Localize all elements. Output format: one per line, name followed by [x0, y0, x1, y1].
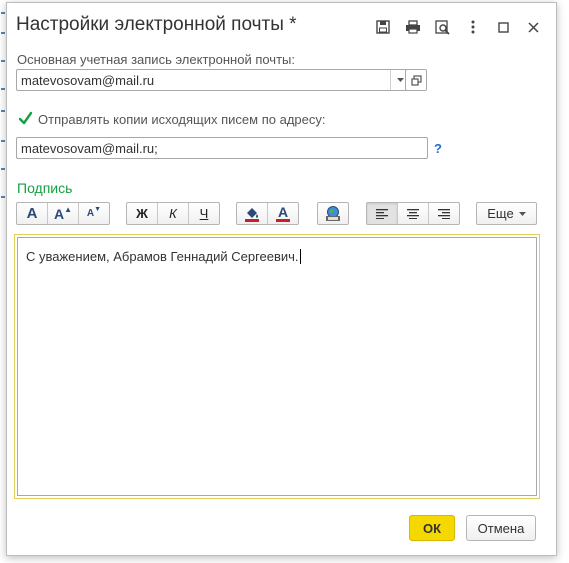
- align-right-button[interactable]: [429, 203, 459, 224]
- underline-icon: Ч: [199, 206, 209, 221]
- ok-button[interactable]: ОК: [409, 515, 455, 541]
- send-copies-checkbox[interactable]: [18, 111, 33, 126]
- print-icon[interactable]: [398, 16, 428, 38]
- signature-text: С уважением, Абрамов Геннадий Сергеевич.: [26, 249, 299, 264]
- text-color-icon: A: [277, 203, 289, 220]
- italic-button[interactable]: К: [158, 203, 189, 224]
- font-size-increase-button[interactable]: A ▲: [48, 203, 79, 224]
- account-select[interactable]: matevosovam@mail.ru: [16, 69, 411, 91]
- open-window-icon: [410, 74, 422, 86]
- italic-icon: К: [169, 206, 177, 221]
- preview-icon[interactable]: [428, 16, 458, 38]
- font-size-normal-button[interactable]: A: [17, 203, 48, 224]
- signature-section-title: Подпись: [17, 180, 73, 196]
- signature-editor[interactable]: С уважением, Абрамов Геннадий Сергеевич.: [14, 234, 540, 499]
- close-icon[interactable]: [518, 16, 548, 38]
- align-left-icon: [376, 208, 388, 219]
- checkmark-icon: [18, 111, 33, 125]
- align-left-button[interactable]: [367, 203, 398, 224]
- bold-button[interactable]: Ж: [127, 203, 158, 224]
- font-size-group: A A ▲ A ▼: [16, 202, 110, 225]
- maximize-icon[interactable]: [488, 16, 518, 38]
- fill-color-icon: [245, 207, 259, 222]
- more-actions-label: Еще: [487, 206, 514, 221]
- account-label: Основная учетная запись электронной почт…: [17, 52, 295, 67]
- font-increase-icon: A: [53, 205, 65, 222]
- title-bar-actions: [368, 16, 548, 38]
- insert-image-group: [317, 202, 349, 225]
- bold-icon: Ж: [136, 206, 148, 221]
- save-icon[interactable]: [368, 16, 398, 38]
- title-bar: Настройки электронной почты *: [7, 3, 556, 47]
- chevron-down-icon: [518, 211, 526, 216]
- more-actions-button[interactable]: Еще: [476, 202, 537, 225]
- background-color-button[interactable]: [237, 203, 268, 224]
- copies-address-input[interactable]: matevosovam@mail.ru;: [16, 137, 428, 159]
- send-copies-label: Отправлять копии исходящих писем по адре…: [38, 112, 326, 127]
- cancel-button[interactable]: Отмена: [466, 515, 536, 541]
- font-decrease-icon: A: [86, 208, 95, 219]
- alignment-group: [366, 202, 460, 225]
- underline-button[interactable]: Ч: [189, 203, 219, 224]
- color-group: A: [236, 202, 299, 225]
- email-settings-dialog: Настройки электронной почты * Основная у…: [6, 2, 557, 556]
- text-style-group: Ж К Ч: [126, 202, 220, 225]
- more-menu-icon[interactable]: [458, 16, 488, 38]
- account-value: matevosovam@mail.ru: [21, 73, 155, 88]
- dialog-title: Настройки электронной почты *: [16, 14, 297, 35]
- open-account-button[interactable]: [405, 69, 427, 91]
- text-color-button[interactable]: A: [268, 203, 298, 224]
- font-size-decrease-button[interactable]: A ▼: [79, 203, 109, 224]
- help-link[interactable]: ?: [434, 141, 442, 156]
- align-center-icon: [407, 208, 419, 219]
- text-caret: [299, 249, 301, 264]
- font-icon: A: [26, 205, 38, 222]
- insert-picture-icon: [326, 205, 340, 221]
- align-right-icon: [438, 208, 450, 219]
- copies-address-value: matevosovam@mail.ru;: [21, 141, 158, 156]
- align-center-button[interactable]: [398, 203, 429, 224]
- insert-picture-button[interactable]: [318, 203, 348, 224]
